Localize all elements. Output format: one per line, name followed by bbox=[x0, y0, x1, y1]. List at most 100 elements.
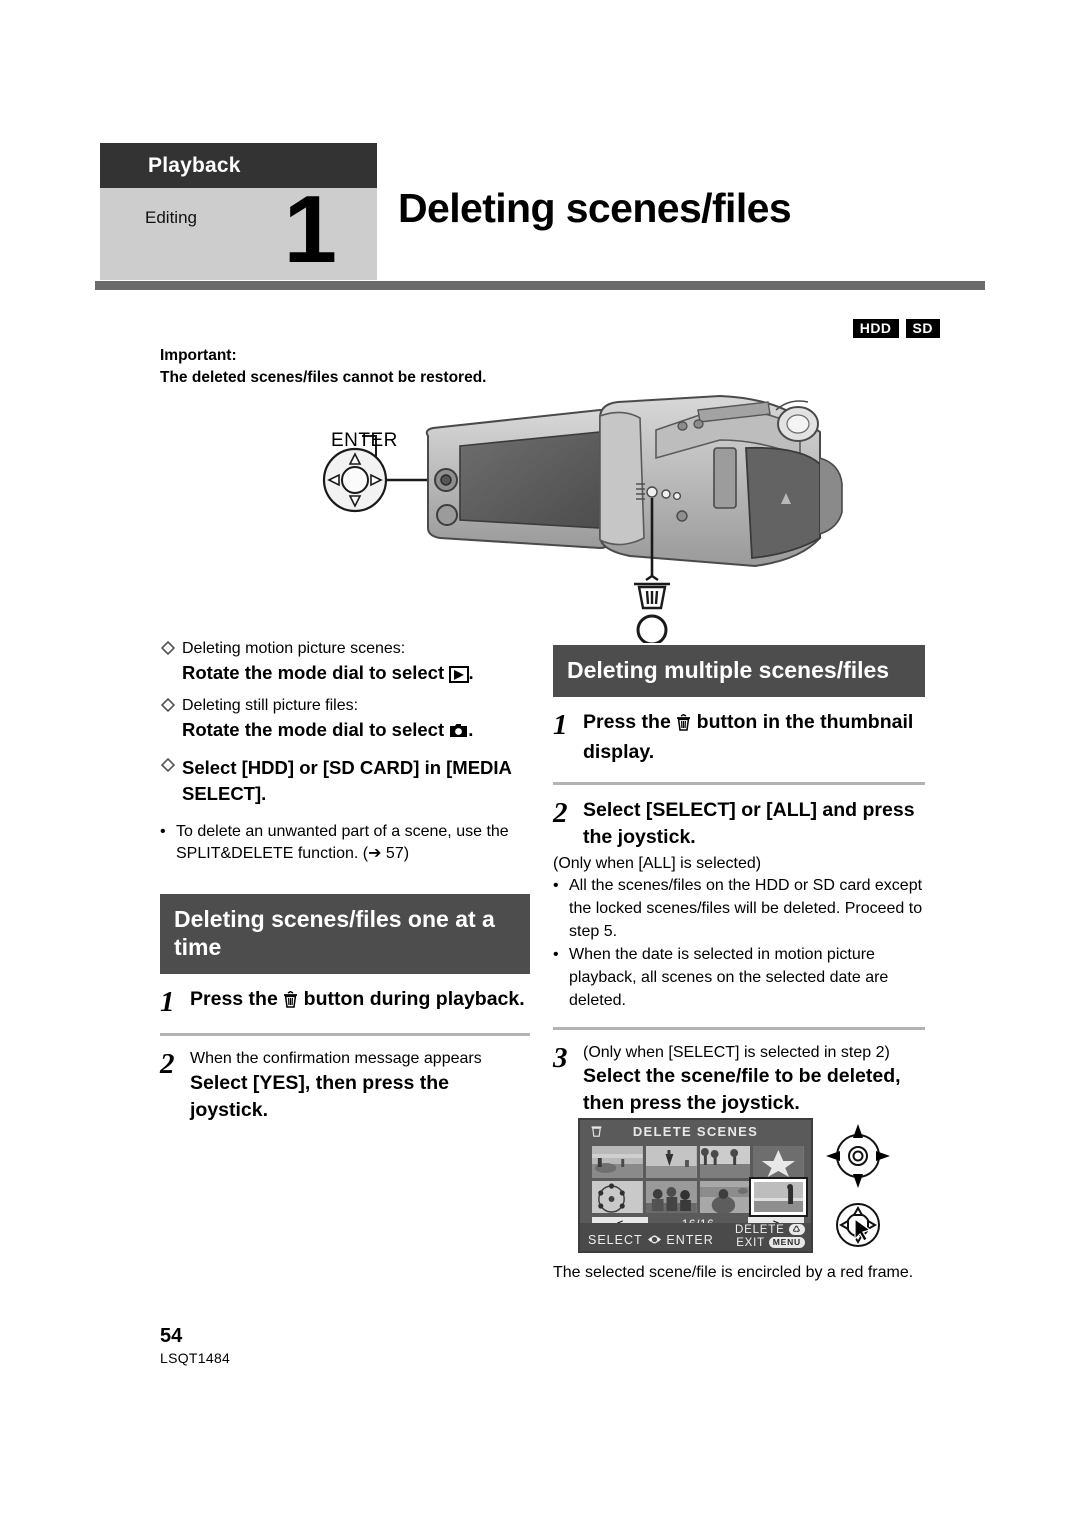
step-right-2-bullet-1: • All the scenes/files on the HDD or SD … bbox=[553, 875, 925, 943]
subcategory-banner: Editing 1 bbox=[100, 182, 377, 280]
camcorder-illustration: ENTER bbox=[300, 388, 860, 646]
bullet-icon: • bbox=[160, 822, 166, 840]
right-column: Deleting multiple scenes/files 1 Press t… bbox=[553, 645, 925, 1117]
camera-body-illustration bbox=[599, 394, 843, 568]
thumbnail-grid bbox=[592, 1146, 806, 1215]
condition-action-text: Rotate the mode dial to select bbox=[182, 719, 445, 741]
still-picture-mode-icon bbox=[449, 719, 468, 745]
media-badges: HDD SD bbox=[852, 319, 940, 338]
step-right-2-bullet-2: • When the date is selected in motion pi… bbox=[553, 944, 925, 1012]
lcd-panel-illustration bbox=[425, 408, 611, 550]
lcd-title: DELETE SCENES bbox=[632, 1124, 759, 1139]
thumbnail-item[interactable] bbox=[699, 1146, 751, 1178]
bullet-icon: • bbox=[553, 946, 559, 964]
condition-motion-picture: Deleting motion picture scenes: Rotate t… bbox=[160, 638, 530, 685]
trash-callout-icon bbox=[634, 574, 670, 610]
step-text-before: Press the bbox=[190, 988, 278, 1011]
page-header-block: Playback Editing 1 bbox=[100, 143, 377, 280]
enter-label: ENTER bbox=[331, 430, 398, 451]
condition-action-suffix: . bbox=[468, 719, 474, 741]
menu-key-icon: MENU bbox=[768, 1237, 805, 1248]
important-note: Important: The deleted scenes/files cann… bbox=[160, 345, 760, 390]
step-number: 3 bbox=[553, 1041, 568, 1074]
header-rule bbox=[95, 281, 985, 290]
camcorder-diagram-svg bbox=[322, 394, 843, 646]
lcd-caption: The selected scene/file is encircled by … bbox=[553, 1264, 914, 1281]
step-divider bbox=[553, 1026, 925, 1030]
badge-hdd: HDD bbox=[852, 319, 899, 338]
lcd-enter-label: ENTER bbox=[666, 1233, 714, 1247]
thumbnail-item[interactable] bbox=[699, 1181, 751, 1213]
diamond-icon bbox=[160, 755, 178, 807]
important-text: The deleted scenes/files cannot be resto… bbox=[160, 369, 487, 387]
step-right-2: 2 Select [SELECT] or [ALL] and press the… bbox=[553, 797, 925, 851]
note-split-delete-text: To delete an unwanted part of a scene, u… bbox=[176, 822, 509, 863]
step-bold-text: Select [SELECT] or [ALL] and press the j… bbox=[583, 798, 915, 848]
step-left-2: 2 When the confirmation message appears … bbox=[160, 1048, 530, 1123]
chapter-number: 1 bbox=[283, 176, 337, 283]
step-left-1: 1 Press the button during playback. bbox=[160, 986, 530, 1017]
condition-lead: Deleting motion picture scenes: bbox=[182, 640, 406, 657]
diamond-icon bbox=[160, 695, 178, 744]
trash-key-icon: ♺ bbox=[788, 1224, 805, 1235]
joystick-icon bbox=[647, 1233, 666, 1247]
step-number: 1 bbox=[160, 986, 175, 1019]
badge-sd: SD bbox=[905, 319, 940, 338]
joystick-directions-icon bbox=[826, 1124, 890, 1188]
play-mode-icon: ▶ bbox=[449, 665, 469, 683]
bullet-text: When the date is selected in motion pict… bbox=[569, 946, 889, 1009]
step-right-3: 3 (Only when [SELECT] is selected in ste… bbox=[553, 1042, 925, 1117]
subcategory-label: Editing bbox=[145, 208, 197, 227]
lcd-select-label: SELECT bbox=[588, 1233, 643, 1247]
step-bold-text: Select [YES], then press the joystick. bbox=[190, 1071, 449, 1121]
step-divider bbox=[160, 1033, 530, 1037]
joystick-icons-svg bbox=[826, 1124, 890, 1247]
step-text-after: button during playback. bbox=[303, 988, 525, 1011]
page-number: 54 bbox=[160, 1325, 183, 1347]
step-divider bbox=[553, 781, 925, 785]
lcd-exit-row: EXIT MENU bbox=[735, 1237, 805, 1250]
lcd-screen-mock: DELETE SCENES SELECT ENTER DELETE ♺ EXIT… bbox=[578, 1118, 813, 1253]
lcd-status-bar: SELECT ENTER DELETE ♺ EXIT MENU bbox=[580, 1223, 811, 1251]
bullet-text: All the scenes/files on the HDD or SD ca… bbox=[569, 877, 923, 940]
thumbnail-item[interactable] bbox=[645, 1146, 697, 1178]
section-heading-one-at-a-time: Deleting scenes/files one at a time bbox=[160, 894, 530, 975]
joystick-press-icon bbox=[836, 1203, 880, 1247]
lcd-screen: DELETE SCENES SELECT ENTER DELETE ♺ EXIT… bbox=[578, 1118, 813, 1253]
step-text-before: Press the bbox=[583, 711, 671, 734]
thumbnail-item[interactable] bbox=[645, 1181, 697, 1213]
lcd-delete-label: DELETE bbox=[735, 1224, 785, 1236]
trash-icon bbox=[283, 989, 298, 1016]
condition-still-picture: Deleting still picture files: Rotate the… bbox=[160, 695, 530, 744]
step-bold-text: Select the scene/file to be deleted, the… bbox=[583, 1065, 901, 1115]
thumbnail-item[interactable] bbox=[753, 1146, 804, 1178]
thumbnail-item-selected[interactable] bbox=[751, 1179, 806, 1215]
trash-icon bbox=[676, 712, 691, 739]
important-label: Important: bbox=[160, 347, 237, 364]
step-right-2-subnote: (Only when [ALL] is selected) bbox=[553, 854, 762, 872]
bullet-icon: • bbox=[553, 877, 559, 895]
thumbnail-item[interactable] bbox=[592, 1181, 643, 1213]
step-number: 2 bbox=[160, 1048, 175, 1081]
note-split-delete: • To delete an unwanted part of a scene,… bbox=[160, 821, 530, 866]
thumbnail-item[interactable] bbox=[592, 1146, 643, 1178]
manual-page: Playback Editing 1 Deleting scenes/files… bbox=[0, 0, 1080, 1526]
joystick-side-icons bbox=[822, 1122, 894, 1259]
step-right-1: 1 Press the button in the thumbnail disp… bbox=[553, 709, 925, 766]
category-label: Playback bbox=[148, 153, 241, 177]
left-column: Deleting motion picture scenes: Rotate t… bbox=[160, 638, 530, 1124]
condition-lead: Deleting still picture files: bbox=[182, 697, 359, 715]
page-title: Deleting scenes/files bbox=[398, 185, 792, 231]
condition-action-text: Rotate the mode dial to select bbox=[182, 661, 445, 683]
step-regular-text: When the confirmation message appears bbox=[190, 1050, 482, 1068]
condition-media-select: Select [HDD] or [SD CARD] in [MEDIA SELE… bbox=[160, 755, 530, 807]
document-code: LSQT1484 bbox=[160, 1350, 231, 1366]
diamond-icon bbox=[160, 638, 178, 685]
step-number: 2 bbox=[553, 796, 568, 829]
lcd-delete-row: DELETE ♺ bbox=[735, 1224, 805, 1237]
condition-action-suffix: . bbox=[468, 661, 474, 683]
condition-media-select-text: Select [HDD] or [SD CARD] in [MEDIA SELE… bbox=[182, 756, 512, 804]
lcd-exit-label: EXIT bbox=[736, 1237, 765, 1249]
joystick-callout-icon bbox=[322, 447, 388, 513]
section-heading-multiple: Deleting multiple scenes/files bbox=[553, 645, 925, 698]
